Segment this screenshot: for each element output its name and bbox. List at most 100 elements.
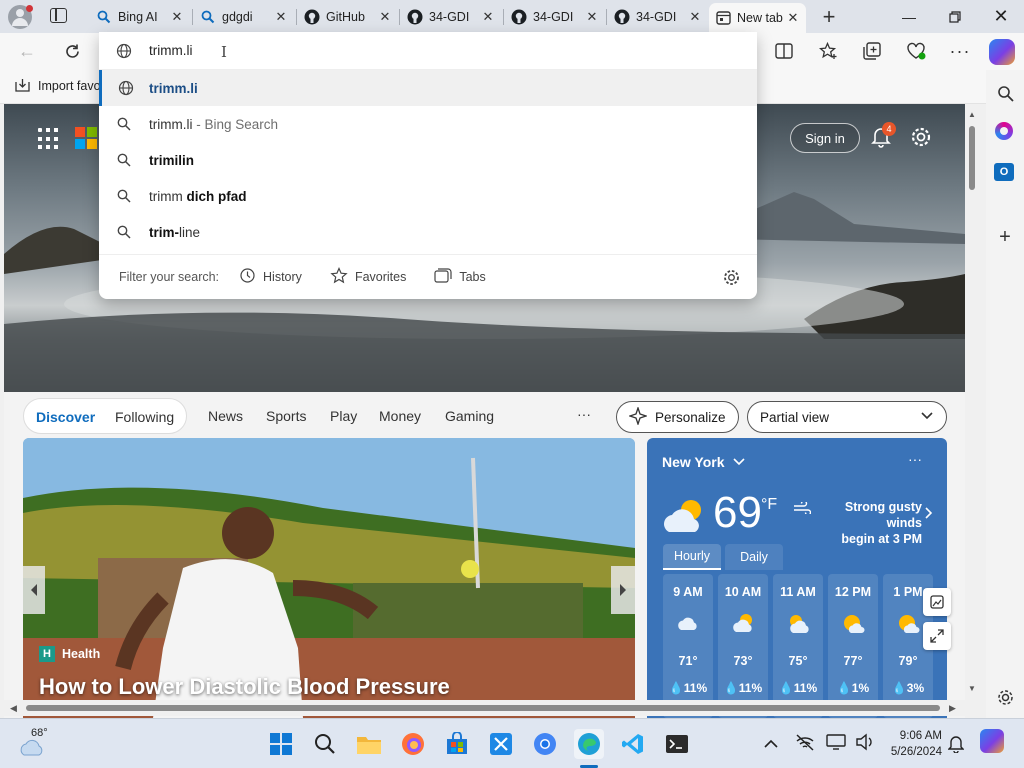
add-sidebar-app-icon[interactable]: +: [992, 224, 1018, 250]
image-info-icon[interactable]: [923, 588, 951, 616]
scroll-up-icon[interactable]: ▲: [968, 110, 976, 119]
close-icon[interactable]: ✕: [170, 9, 184, 25]
apps-launcher-icon[interactable]: [38, 128, 60, 150]
network-icon[interactable]: [795, 733, 815, 754]
suggestion-settings-gear-icon[interactable]: [723, 269, 740, 289]
notifications-bell-icon[interactable]: 4: [870, 122, 896, 148]
tab-hourly[interactable]: Hourly: [663, 544, 721, 570]
start-button[interactable]: [266, 729, 296, 759]
copilot-icon[interactable]: [989, 39, 1015, 65]
notification-center-bell-icon[interactable]: [947, 735, 965, 756]
nav-sports[interactable]: Sports: [266, 408, 306, 424]
split-screen-icon[interactable]: [769, 36, 799, 66]
file-explorer-icon[interactable]: [354, 729, 384, 759]
close-icon[interactable]: ✕: [585, 9, 599, 25]
profile-avatar[interactable]: [8, 5, 33, 29]
close-icon[interactable]: ✕: [786, 10, 800, 26]
clock[interactable]: 9:06 AM 5/26/2024: [884, 728, 942, 760]
filter-favorites[interactable]: Favorites: [330, 267, 406, 287]
scroll-left-icon[interactable]: ◀: [10, 703, 17, 714]
scroll-down-icon[interactable]: ▼: [968, 684, 976, 693]
outlook-icon[interactable]: O: [994, 163, 1014, 181]
chevron-right-icon[interactable]: [925, 507, 933, 522]
weather-location[interactable]: New York: [662, 454, 745, 470]
show-hidden-icons-icon[interactable]: [764, 737, 778, 752]
favorites-star-icon[interactable]: [813, 36, 843, 66]
microsoft-store-icon[interactable]: [442, 729, 472, 759]
nav-money[interactable]: Money: [379, 408, 421, 424]
filter-history[interactable]: History: [239, 267, 302, 287]
nav-play[interactable]: Play: [330, 408, 357, 424]
settings-more-icon[interactable]: ···: [945, 36, 975, 66]
nav-gaming[interactable]: Gaming: [445, 408, 494, 424]
article-title[interactable]: How to Lower Diastolic Blood Pressure: [39, 674, 450, 700]
tab-34-gdi[interactable]: 34-GDI ✕: [608, 4, 708, 30]
tab-daily[interactable]: Daily: [725, 544, 783, 570]
back-button[interactable]: ←: [12, 36, 42, 66]
chrome-icon[interactable]: [530, 729, 560, 759]
tab-34-gdi[interactable]: 34-GDI ✕: [505, 4, 605, 30]
hour-cell[interactable]: 9 AM 71° 💧11%: [663, 574, 713, 718]
search-icon[interactable]: [992, 80, 1018, 106]
personalize-button[interactable]: Personalize: [616, 401, 739, 433]
tab-github[interactable]: GitHub ✕: [298, 4, 398, 30]
weather-alert[interactable]: Strong gusty winds begin at 3 PM: [812, 499, 922, 547]
close-icon[interactable]: ✕: [274, 9, 288, 25]
tab-discover[interactable]: Discover: [36, 409, 95, 425]
tab-new-tab[interactable]: New tab ✕: [709, 3, 806, 33]
scrollbar-thumb[interactable]: [969, 126, 975, 190]
browser-essentials-icon[interactable]: [901, 36, 931, 66]
restore-button[interactable]: [932, 0, 978, 33]
import-favorites-link[interactable]: Import favo: [14, 78, 101, 93]
collections-icon[interactable]: [857, 36, 887, 66]
hour-cell[interactable]: 10 AM 73° 💧11%: [718, 574, 768, 718]
tab-gdgdi[interactable]: gdgdi ✕: [194, 4, 294, 30]
weather-card[interactable]: New York ··· 69 °F Strong gusty winds be…: [647, 438, 947, 718]
sign-in-button[interactable]: Sign in: [790, 123, 860, 153]
close-icon[interactable]: ✕: [378, 9, 392, 25]
nav-news[interactable]: News: [208, 408, 243, 424]
volume-icon[interactable]: [855, 733, 875, 754]
terminal-icon[interactable]: [662, 729, 692, 759]
taskbar-search-icon[interactable]: [310, 729, 340, 759]
carousel-next-button[interactable]: [611, 566, 635, 614]
filter-tabs[interactable]: Tabs: [434, 268, 486, 286]
firefox-icon[interactable]: [398, 729, 428, 759]
minimize-button[interactable]: —: [886, 0, 932, 33]
suggestion-item[interactable]: trimilin: [99, 142, 757, 178]
tab-following[interactable]: Following: [115, 409, 174, 425]
snipping-tool-icon[interactable]: [486, 729, 516, 759]
vertical-scrollbar[interactable]: ▲ ▼: [965, 104, 979, 718]
refresh-button[interactable]: [57, 36, 87, 66]
more-nav-icon[interactable]: ···: [577, 406, 591, 422]
hscrollbar-thumb[interactable]: [26, 705, 940, 711]
copilot-taskbar-icon[interactable]: [980, 729, 1004, 753]
carousel-prev-button[interactable]: [23, 566, 45, 614]
new-tab-button[interactable]: +: [816, 4, 842, 30]
article-card[interactable]: H Health How to Lower Diastolic Blood Pr…: [23, 438, 635, 718]
hour-cell[interactable]: 12 PM 77° 💧1%: [828, 574, 878, 718]
close-window-button[interactable]: ✕: [978, 0, 1024, 33]
suggestion-item[interactable]: trimm.li: [99, 70, 757, 106]
edge-icon[interactable]: [574, 729, 604, 759]
copilot-sidebar-icon[interactable]: [995, 122, 1013, 140]
tab-34-gdi[interactable]: 34-GDI ✕: [401, 4, 501, 30]
weather-more-icon[interactable]: ···: [908, 451, 922, 467]
weather-widget[interactable]: 68°: [16, 727, 48, 757]
display-icon[interactable]: [826, 733, 846, 754]
horizontal-scrollbar[interactable]: ◀ ▶: [4, 700, 965, 716]
address-bar[interactable]: I: [99, 32, 757, 70]
expand-icon[interactable]: [923, 622, 951, 650]
scroll-right-icon[interactable]: ▶: [949, 703, 956, 714]
suggestion-item[interactable]: trim-line: [99, 214, 757, 250]
tab-bing-ai[interactable]: Bing AI ✕: [90, 4, 190, 30]
hour-cell[interactable]: 11 AM 75° 💧11%: [773, 574, 823, 718]
suggestion-item[interactable]: trimm dich pfad: [99, 178, 757, 214]
vscode-icon[interactable]: [618, 729, 648, 759]
close-icon[interactable]: ✕: [481, 9, 495, 25]
tab-actions-icon[interactable]: [50, 8, 67, 23]
page-settings-gear-icon[interactable]: [910, 126, 932, 148]
close-icon[interactable]: ✕: [688, 9, 702, 25]
suggestion-item[interactable]: trimm.li - Bing Search: [99, 106, 757, 142]
sidebar-settings-icon[interactable]: [992, 684, 1018, 710]
